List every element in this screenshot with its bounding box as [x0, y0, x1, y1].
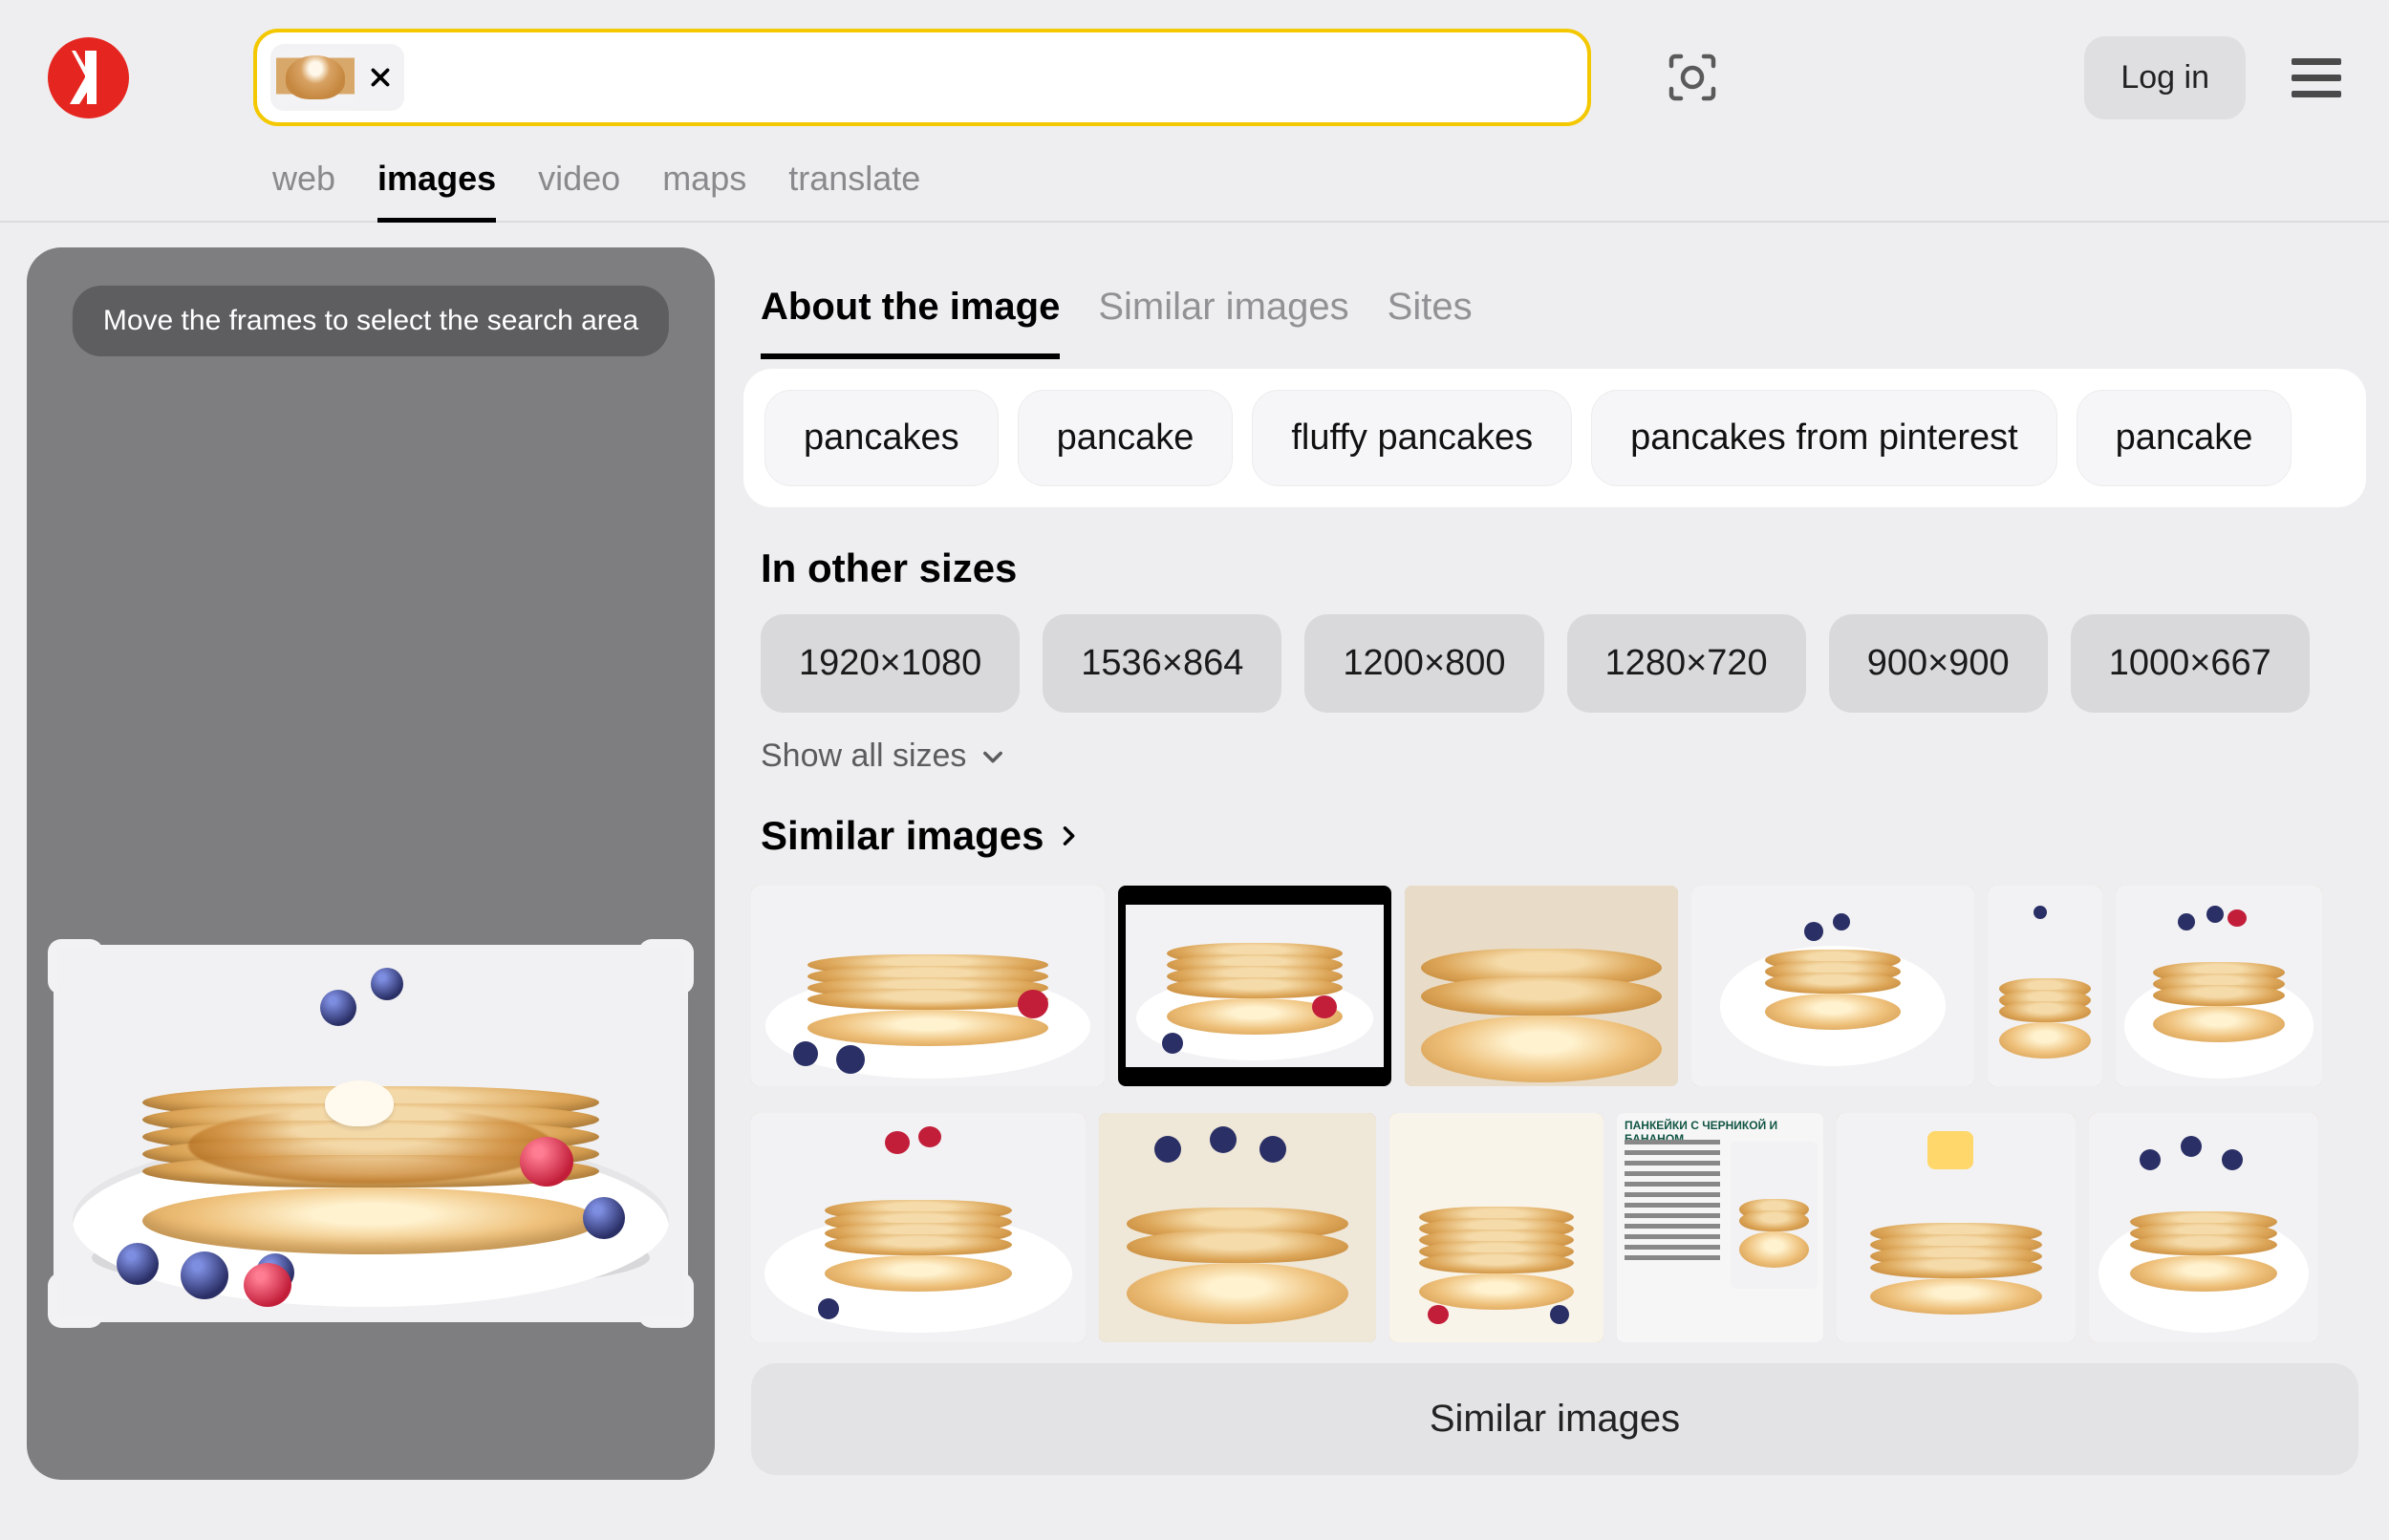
- size-chip[interactable]: 1200×800: [1304, 614, 1543, 713]
- size-chip[interactable]: 1920×1080: [761, 614, 1020, 713]
- tag-chip[interactable]: pancake: [2077, 390, 2292, 486]
- show-all-sizes-label: Show all sizes: [761, 738, 966, 775]
- crop-handle-bl[interactable]: [48, 1273, 103, 1328]
- yandex-logo[interactable]: [48, 37, 129, 118]
- crop-frame[interactable]: [54, 945, 688, 1322]
- yandex-y-icon: [66, 51, 112, 104]
- tag-chip[interactable]: pancake: [1018, 390, 1234, 486]
- similar-thumb[interactable]: [1118, 886, 1391, 1086]
- similar-row-2: ПАНКЕЙКИ С ЧЕРНИКОЙ И БАНАНОМ: [751, 1113, 2366, 1342]
- size-list: 1920×1080 1536×864 1200×800 1280×720 900…: [761, 614, 2366, 713]
- source-image: [54, 945, 688, 1322]
- crop-handle-tr[interactable]: [638, 939, 694, 995]
- similar-thumb[interactable]: [1389, 1113, 1603, 1342]
- crop-handle-tl[interactable]: [48, 939, 103, 995]
- other-sizes-heading: In other sizes: [761, 545, 2366, 591]
- size-chip[interactable]: 1536×864: [1043, 614, 1281, 713]
- crop-handle-br[interactable]: [638, 1273, 694, 1328]
- search-chip-thumbnail: [276, 50, 355, 105]
- similar-images-button[interactable]: Similar images: [751, 1363, 2358, 1475]
- similar-thumb[interactable]: [1691, 886, 1974, 1086]
- tab-maps[interactable]: maps: [662, 159, 746, 223]
- tag-chip[interactable]: fluffy pancakes: [1252, 390, 1572, 486]
- similar-thumb[interactable]: [751, 886, 1105, 1086]
- similar-thumb[interactable]: [1837, 1113, 2076, 1342]
- chevron-right-icon: [1055, 823, 1082, 849]
- similar-thumb[interactable]: [2089, 1113, 2318, 1342]
- tab-translate[interactable]: translate: [788, 159, 920, 223]
- size-chip[interactable]: 1000×667: [2071, 614, 2310, 713]
- visual-search-icon[interactable]: [1668, 53, 1717, 102]
- result-tabs: About the image Similar images Sites: [761, 286, 2366, 359]
- tab-sites[interactable]: Sites: [1388, 286, 1473, 359]
- similar-thumb[interactable]: [1988, 886, 2102, 1086]
- search-image-chip: [270, 44, 404, 111]
- show-all-sizes[interactable]: Show all sizes: [761, 738, 2366, 775]
- size-chip[interactable]: 900×900: [1829, 614, 2048, 713]
- chevron-down-icon: [979, 743, 1006, 770]
- tab-about-image[interactable]: About the image: [761, 286, 1060, 359]
- similar-images-label: Similar images: [761, 813, 1044, 859]
- similar-thumb[interactable]: [751, 1113, 1086, 1342]
- login-button[interactable]: Log in: [2084, 36, 2246, 119]
- similar-thumb[interactable]: [2116, 886, 2322, 1086]
- tab-similar-images[interactable]: Similar images: [1098, 286, 1348, 359]
- service-tabs: web images video maps translate: [272, 159, 2389, 223]
- similar-row-1: [751, 886, 2366, 1086]
- size-chip[interactable]: 1280×720: [1567, 614, 1806, 713]
- similar-thumb[interactable]: ПАНКЕЙКИ С ЧЕРНИКОЙ И БАНАНОМ: [1617, 1113, 1823, 1342]
- tab-images[interactable]: images: [377, 159, 496, 223]
- suggested-tags: pancakes pancake fluffy pancakes pancake…: [743, 369, 2366, 507]
- clear-search-icon[interactable]: [368, 65, 393, 90]
- crop-hint: Move the frames to select the search are…: [73, 286, 669, 356]
- search-box[interactable]: [253, 29, 1591, 126]
- crop-panel: Move the frames to select the search are…: [27, 247, 715, 1480]
- similar-thumb[interactable]: [1405, 886, 1678, 1086]
- tag-chip[interactable]: pancakes: [764, 390, 999, 486]
- similar-thumb[interactable]: [1099, 1113, 1376, 1342]
- similar-images-heading[interactable]: Similar images: [761, 813, 2366, 859]
- tag-chip[interactable]: pancakes from pinterest: [1591, 390, 2057, 486]
- hamburger-menu-icon[interactable]: [2292, 58, 2341, 96]
- tab-video[interactable]: video: [538, 159, 620, 223]
- tab-web[interactable]: web: [272, 159, 335, 223]
